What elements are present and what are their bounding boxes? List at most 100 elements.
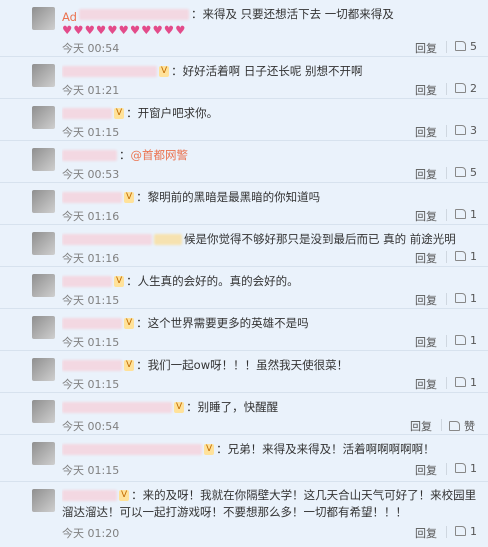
thumbs-up-icon (455, 209, 466, 219)
like-button[interactable]: 1 (455, 208, 477, 221)
divider (446, 526, 447, 538)
avatar[interactable] (32, 442, 55, 465)
reply-button[interactable]: 回复 (415, 525, 437, 541)
like-count: 1 (470, 376, 477, 389)
avatar[interactable] (32, 190, 55, 213)
timestamp: 今天 01:21 (62, 84, 120, 97)
thumbs-up-icon (455, 167, 466, 177)
reply-button[interactable]: 回复 (415, 334, 437, 350)
comment-text: ： (119, 148, 131, 162)
comment-body: Ad ：来得及 只要还想活下去 一切都来得及♥♥♥♥♥♥♥♥♥♥♥ (62, 6, 478, 38)
comment-text: ：我们一起ow呀！！！虽然我天使很菜！ (136, 358, 349, 372)
like-button[interactable]: 5 (455, 166, 477, 179)
reply-button[interactable]: 回复 (415, 376, 437, 392)
timestamp: 今天 01:15 (62, 464, 120, 477)
comment-item: Ad ：来得及 只要还想活下去 一切都来得及♥♥♥♥♥♥♥♥♥♥♥ 今天 00:5… (0, 0, 488, 57)
comment-body: V ：别睡了，快醒醒 (62, 399, 478, 415)
like-button[interactable]: 3 (455, 124, 477, 137)
avatar[interactable] (32, 358, 55, 381)
reply-button[interactable]: 回复 (415, 208, 437, 224)
reply-button[interactable]: 回复 (415, 124, 437, 140)
avatar[interactable] (32, 148, 55, 171)
divider (446, 251, 447, 263)
divider (446, 209, 447, 221)
divider (446, 125, 447, 137)
reply-button[interactable]: 回复 (415, 292, 437, 308)
heart-emoji-row: ♥♥♥♥♥♥♥♥♥♥♥ (62, 23, 187, 37)
username[interactable]: Ad (62, 9, 77, 24)
like-button[interactable]: 1 (455, 334, 477, 347)
username-blurred[interactable] (62, 234, 152, 245)
like-button[interactable]: 1 (455, 462, 477, 475)
member-badge: V (114, 108, 125, 119)
comment-body: V ：这个世界需要更多的英雄不是吗 (62, 315, 478, 331)
comment-text: ：别睡了，快醒醒 (186, 400, 279, 414)
comment-item: V ：我们一起ow呀！！！虽然我天使很菜！ 今天 01:15 回复 1 (0, 351, 488, 393)
like-button[interactable]: 1 (455, 376, 477, 389)
mention-link[interactable]: @首都网警 (131, 148, 189, 162)
reply-button[interactable]: 回复 (415, 462, 437, 478)
comment-item: V ：好好活着啊 日子还长呢 别想不开啊 今天 01:21 回复 2 (0, 57, 488, 99)
avatar[interactable] (32, 316, 55, 339)
thumbs-up-icon (455, 251, 466, 261)
like-button[interactable]: 2 (455, 82, 477, 95)
divider (446, 293, 447, 305)
username-blurred[interactable] (62, 360, 122, 371)
username-blurred[interactable] (62, 276, 112, 287)
username-blurred[interactable] (62, 108, 112, 119)
thumbs-up-icon (455, 41, 466, 51)
comment-body: V ：开窗户吧求你。 (62, 105, 478, 121)
like-count: 3 (470, 124, 477, 137)
avatar[interactable] (32, 7, 55, 30)
thumbs-up-icon (455, 526, 466, 536)
comment-item: 候是你觉得不够好那只是没到最后而已 真的 前途光明 今天 01:16 回复 1 (0, 225, 488, 267)
like-button[interactable]: 1 (455, 292, 477, 305)
like-button[interactable]: 1 (455, 250, 477, 263)
comment-item: V ：来的及呀！我就在你隔壁大学！这几天合山天气可好了！来校园里溜达溜达！可以一起… (0, 482, 488, 547)
thumbs-up-icon (455, 125, 466, 135)
reply-button[interactable]: 回复 (415, 82, 437, 98)
like-count: 1 (470, 334, 477, 347)
like-count: 2 (470, 82, 477, 95)
comment-item: ：@首都网警 今天 00:53 回复 5 (0, 141, 488, 183)
divider (441, 419, 442, 431)
thumbs-up-icon (455, 463, 466, 473)
thumbs-up-icon (449, 421, 460, 431)
username-blurred[interactable] (62, 490, 117, 501)
like-count: 1 (470, 462, 477, 475)
username-blurred[interactable] (78, 9, 189, 20)
comment-item: V ：别睡了，快醒醒 今天 00:54 回复 赞 (0, 393, 488, 435)
reply-button[interactable]: 回复 (415, 250, 437, 266)
avatar[interactable] (32, 489, 55, 512)
timestamp: 今天 00:54 (62, 420, 120, 433)
divider (446, 41, 447, 53)
reply-button[interactable]: 回复 (415, 40, 437, 56)
comment-text: 候是你觉得不够好那只是没到最后而已 真的 前途光明 (184, 232, 456, 246)
avatar[interactable] (32, 64, 55, 87)
username-blurred[interactable] (62, 444, 202, 455)
username-blurred[interactable] (62, 66, 157, 77)
member-badge: V (124, 192, 135, 203)
username-blurred[interactable] (62, 150, 117, 161)
member-badge: V (124, 360, 135, 371)
timestamp: 今天 01:20 (62, 527, 120, 540)
avatar[interactable] (32, 400, 55, 423)
comment-body: V ：黎明前的黑暗是最黑暗的你知道吗 (62, 189, 478, 205)
comment-body: V ：来的及呀！我就在你隔壁大学！这几天合山天气可好了！来校园里溜达溜达！可以一起… (62, 487, 478, 521)
username-blurred[interactable] (62, 318, 122, 329)
like-count: 赞 (464, 420, 475, 433)
like-button[interactable]: 1 (455, 525, 477, 538)
avatar[interactable] (32, 232, 55, 255)
comment-body: V ：人生真的会好的。真的会好的。 (62, 273, 478, 289)
avatar[interactable] (32, 106, 55, 129)
like-count: 5 (470, 40, 477, 53)
comment-text: ：来得及 只要还想活下去 一切都来得及 (190, 7, 394, 21)
reply-button[interactable]: 回复 (410, 418, 432, 434)
reply-button[interactable]: 回复 (415, 166, 437, 182)
username-blurred[interactable] (62, 192, 122, 203)
like-button[interactable]: 5 (455, 40, 477, 53)
avatar[interactable] (32, 274, 55, 297)
comment-text: ：兄弟！来得及来得及！活着啊啊啊啊啊！ (216, 442, 435, 456)
username-blurred[interactable] (62, 402, 172, 413)
like-button[interactable]: 赞 (449, 418, 475, 434)
